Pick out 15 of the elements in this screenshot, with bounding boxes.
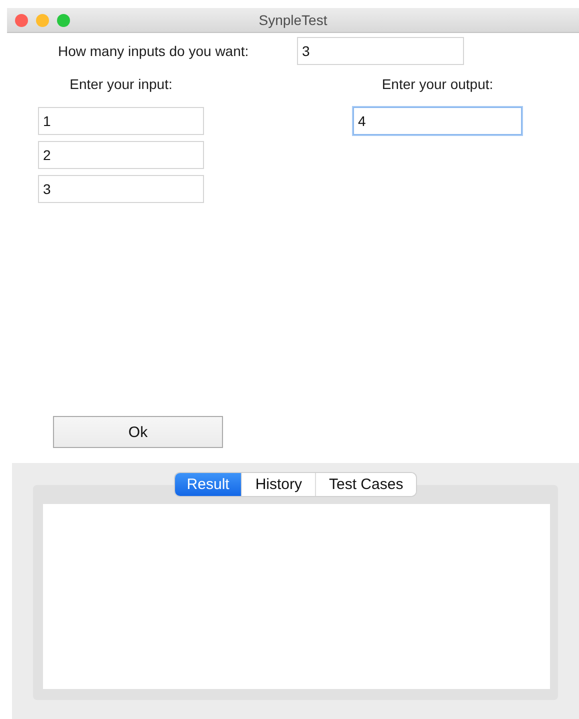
output-label: Enter your output:	[382, 76, 494, 92]
zoom-button[interactable]	[57, 14, 70, 26]
input-field[interactable]: 2	[38, 141, 204, 169]
ok-button[interactable]: Ok	[53, 416, 223, 448]
tab[interactable]: Result	[174, 473, 242, 496]
close-button[interactable]	[15, 14, 28, 26]
count-field[interactable]: 3	[297, 37, 464, 65]
input-field[interactable]: 3	[38, 175, 204, 203]
count-label: How many inputs do you want:	[58, 43, 250, 59]
tab[interactable]: Test Cases	[315, 473, 416, 496]
output-field[interactable]: 4	[353, 107, 522, 135]
window-title: SynpleTest	[258, 12, 328, 28]
input-field[interactable]: 1	[38, 107, 204, 135]
input-label: Enter your input:	[70, 76, 172, 92]
minimize-button[interactable]	[36, 14, 49, 26]
